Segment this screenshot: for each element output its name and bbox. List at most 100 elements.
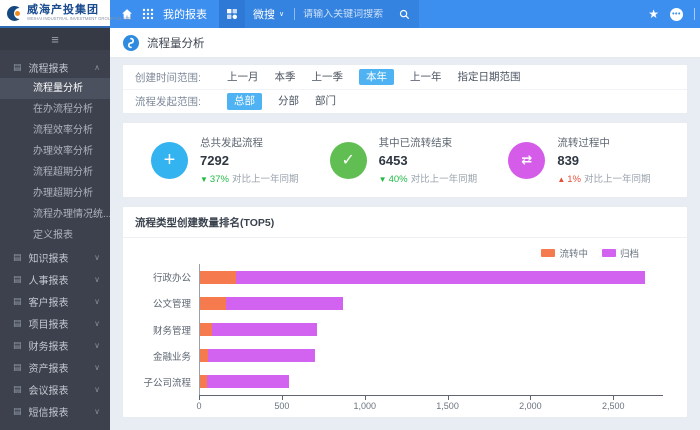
legend-label: 流转中 (559, 246, 588, 260)
axis-tick (613, 396, 614, 400)
bar-row (200, 369, 663, 395)
bar-row (200, 264, 663, 290)
sidebar-item[interactable]: 在办流程分析 (0, 99, 110, 120)
sidebar-group-label: 资产报表 (29, 360, 88, 375)
chevron-down-icon: ∨ (94, 319, 100, 328)
stat-value: 6453 (379, 153, 477, 168)
sidebar-group[interactable]: ▤ 人事报表 ∨ (0, 268, 110, 290)
sidebar-group-label: 人事报表 (29, 272, 88, 287)
sidebar-group[interactable]: ▤财务报表∨ (0, 334, 110, 356)
company-logo: 威海产投集团 WEIHAI INDUSTRIAL INVESTMENT GROU… (0, 0, 110, 28)
report-icon: ▤ (13, 63, 22, 72)
filter-option[interactable]: 部门 (315, 96, 336, 107)
stat-label: 其中已流转结束 (379, 135, 477, 150)
more-options-icon[interactable]: ••• (670, 8, 683, 21)
axis-tick-label: 1,000 (353, 401, 376, 411)
sidebar-group[interactable]: ▤短信报表∨ (0, 400, 110, 422)
chevron-down-icon: ∨ (94, 253, 100, 262)
stat-trend: ▼37%对比上一年同期 (200, 171, 298, 185)
sidebar-group-label: 项目报表 (29, 316, 88, 331)
sidebar: ≡ ▤流程报表∧流程量分析在办流程分析流程效率分析办理效率分析流程超期分析办理超… (0, 28, 110, 430)
favorite-star-icon[interactable]: ★ (648, 8, 659, 20)
chart-title: 流程类型创建数量排名(TOP5) (123, 207, 687, 238)
stat-compare-text: 对比上一年同期 (584, 174, 651, 185)
bar-row (200, 290, 663, 316)
bar-segment (200, 323, 212, 336)
report-icon: ▤ (13, 385, 22, 394)
report-icon: ▤ (13, 275, 22, 284)
filter-row: 流程发起范围:总部分部部门 (123, 89, 687, 113)
stat-percent: 1% (567, 174, 581, 185)
sidebar-item[interactable]: 流程超期分析 (0, 162, 110, 183)
filter-option[interactable]: 上一季 (312, 72, 344, 83)
filter-option[interactable]: 指定日期范围 (458, 72, 521, 83)
legend-item[interactable]: 流转中 (541, 246, 588, 260)
chevron-down-icon: ∨ (94, 363, 100, 372)
page-title-bar: 流程量分析 (110, 28, 700, 58)
filter-panel: 创建时间范围:上一月本季上一季本年上一年指定日期范围流程发起范围:总部分部部门 (122, 64, 688, 114)
chevron-down-icon[interactable]: ∨ (279, 10, 284, 18)
legend-swatch (602, 249, 616, 257)
chevron-down-icon: ∨ (94, 407, 100, 416)
sidebar-collapse-button[interactable]: ≡ (0, 28, 110, 50)
stat-value: 7292 (200, 153, 298, 168)
stat-trend: ▲1%对比上一年同期 (557, 171, 650, 185)
filter-option[interactable]: 本年 (359, 69, 394, 86)
sidebar-item[interactable]: 办理超期分析 (0, 183, 110, 204)
filter-option[interactable]: 本季 (275, 72, 296, 83)
filter-label: 创建时间范围: (135, 70, 227, 85)
axis-tick-label: 2,000 (519, 401, 542, 411)
bar-row (200, 316, 663, 342)
category-label: 公文管理 (133, 290, 199, 316)
report-title-icon (123, 35, 139, 51)
sidebar-group[interactable]: ▤知识报表∨ (0, 246, 110, 268)
search-scope-label[interactable]: 微搜 (253, 6, 275, 22)
sidebar-group[interactable]: ▤会议报表∨ (0, 378, 110, 400)
stat-percent: 40% (389, 174, 408, 185)
bar-segment (207, 375, 289, 388)
logo-icon (7, 6, 22, 21)
legend-item[interactable]: 归档 (602, 246, 639, 260)
report-icon: ▤ (13, 407, 22, 416)
stat-percent: 37% (210, 174, 229, 185)
sidebar-item[interactable]: 定义报表 (0, 225, 110, 246)
sidebar-item[interactable]: 流程效率分析 (0, 120, 110, 141)
sidebar-group[interactable]: ▤流程报表∧ (0, 56, 110, 78)
filter-option[interactable]: 上一月 (227, 72, 259, 83)
stat-compare-text: 对比上一年同期 (232, 174, 299, 185)
sidebar-item[interactable]: 流程量分析 (0, 78, 110, 99)
category-label: 子公司流程 (133, 369, 199, 395)
axis-tick (448, 396, 449, 400)
module-icon[interactable] (219, 0, 245, 28)
sidebar-group[interactable]: ▤客户报表∨ (0, 290, 110, 312)
top-nav: 我的报表 微搜 ∨ ★ ••• (110, 0, 700, 28)
bar-segment (200, 375, 207, 388)
sidebar-menu: ▤流程报表∧流程量分析在办流程分析流程效率分析办理效率分析流程超期分析办理超期分… (0, 50, 110, 430)
sidebar-item[interactable]: 流程办理情况统... (0, 204, 110, 225)
chevron-down-icon: ∨ (94, 275, 100, 284)
stacked-bar (200, 297, 663, 310)
category-label: 行政办公 (133, 264, 199, 290)
filter-option[interactable]: 上一年 (410, 72, 442, 83)
sidebar-group[interactable]: ▤ 资产报表 ∨ (0, 356, 110, 378)
chevron-down-icon: ∨ (94, 297, 100, 306)
bar-segment (208, 349, 315, 362)
tab-my-reports[interactable]: 我的报表 (163, 6, 207, 22)
filter-option[interactable]: 分部 (278, 96, 299, 107)
search-input[interactable] (303, 9, 399, 20)
trend-down-icon: ▼ (379, 175, 387, 184)
apps-grid-icon[interactable] (142, 8, 154, 20)
stat-trend: ▼40%对比上一年同期 (379, 171, 477, 185)
search-icon[interactable] (399, 9, 410, 20)
bar-segment (236, 271, 645, 284)
stats-panel: +总共发起流程7292▼37%对比上一年同期✓其中已流转结束6453▼40%对比… (122, 122, 688, 198)
sidebar-group[interactable]: ▤项目报表∨ (0, 312, 110, 334)
category-labels: 行政办公公文管理财务管理金融业务子公司流程 (133, 264, 199, 395)
hamburger-menu-icon: ≡ (51, 32, 59, 47)
filter-option[interactable]: 总部 (227, 93, 262, 110)
stat-card: +总共发起流程7292▼37%对比上一年同期 (151, 135, 330, 185)
sidebar-item[interactable]: 办理效率分析 (0, 141, 110, 162)
report-icon: ▤ (13, 363, 22, 372)
refresh-icon: ⇄ (508, 142, 545, 179)
stat-card: ✓其中已流转结束6453▼40%对比上一年同期 (330, 135, 509, 185)
